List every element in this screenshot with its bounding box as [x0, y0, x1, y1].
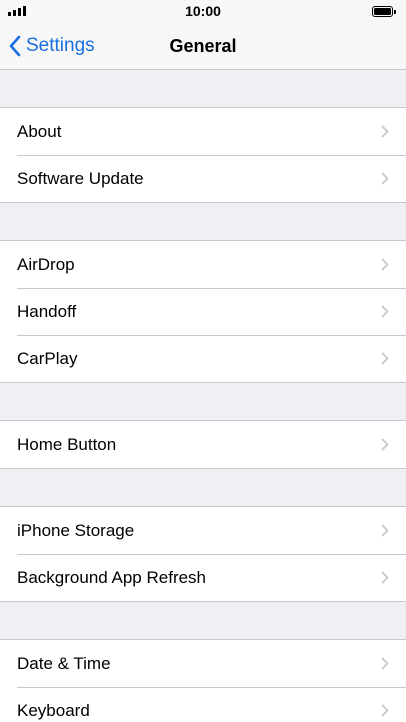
list-item-about[interactable]: About — [0, 108, 406, 155]
list-item-label: iPhone Storage — [17, 520, 135, 540]
chevron-right-icon — [381, 524, 389, 537]
settings-screen: 10:00 Settings General About Software Up… — [0, 0, 406, 722]
chevron-right-icon — [381, 258, 389, 271]
chevron-left-icon — [9, 35, 21, 57]
settings-group-storage: iPhone Storage Background App Refresh — [0, 506, 406, 602]
chevron-right-icon — [381, 172, 389, 185]
chevron-right-icon — [381, 352, 389, 365]
status-time: 10:00 — [185, 3, 221, 19]
list-item-handoff[interactable]: Handoff — [0, 288, 406, 335]
section-spacer — [0, 203, 406, 240]
list-item-keyboard[interactable]: Keyboard — [0, 687, 406, 722]
list-item-airdrop[interactable]: AirDrop — [0, 241, 406, 288]
back-button[interactable]: Settings — [8, 32, 95, 60]
list-item-label: CarPlay — [17, 348, 78, 368]
list-item-background-app-refresh[interactable]: Background App Refresh — [0, 554, 406, 601]
section-spacer — [0, 602, 406, 639]
settings-group-datetime: Date & Time Keyboard — [0, 639, 406, 722]
list-item-label: AirDrop — [17, 254, 75, 274]
list-item-home-button[interactable]: Home Button — [0, 421, 406, 468]
list-item-label: Software Update — [17, 168, 144, 188]
section-spacer — [0, 70, 406, 107]
list-item-iphone-storage[interactable]: iPhone Storage — [0, 507, 406, 554]
chevron-right-icon — [381, 657, 389, 670]
section-spacer — [0, 469, 406, 506]
chevron-right-icon — [381, 125, 389, 138]
list-item-label: Background App Refresh — [17, 567, 207, 587]
list-item-label: About — [17, 121, 62, 141]
list-item-label: Date & Time — [17, 653, 111, 673]
list-item-label: Home Button — [17, 434, 117, 454]
status-bar: 10:00 — [0, 0, 406, 22]
section-spacer — [0, 383, 406, 420]
list-item-carplay[interactable]: CarPlay — [0, 335, 406, 382]
chevron-right-icon — [381, 305, 389, 318]
chevron-right-icon — [381, 704, 389, 717]
list-item-date-time[interactable]: Date & Time — [0, 640, 406, 687]
list-item-software-update[interactable]: Software Update — [0, 155, 406, 202]
settings-group-info: About Software Update — [0, 107, 406, 203]
list-item-label: Handoff — [17, 301, 77, 321]
battery-icon — [372, 6, 396, 17]
list-item-label: Keyboard — [17, 700, 90, 720]
settings-group-home: Home Button — [0, 420, 406, 469]
chevron-right-icon — [381, 571, 389, 584]
navigation-bar: Settings General — [0, 22, 406, 70]
back-button-label: Settings — [26, 35, 95, 56]
chevron-right-icon — [381, 438, 389, 451]
settings-group-connectivity: AirDrop Handoff CarPlay — [0, 240, 406, 383]
